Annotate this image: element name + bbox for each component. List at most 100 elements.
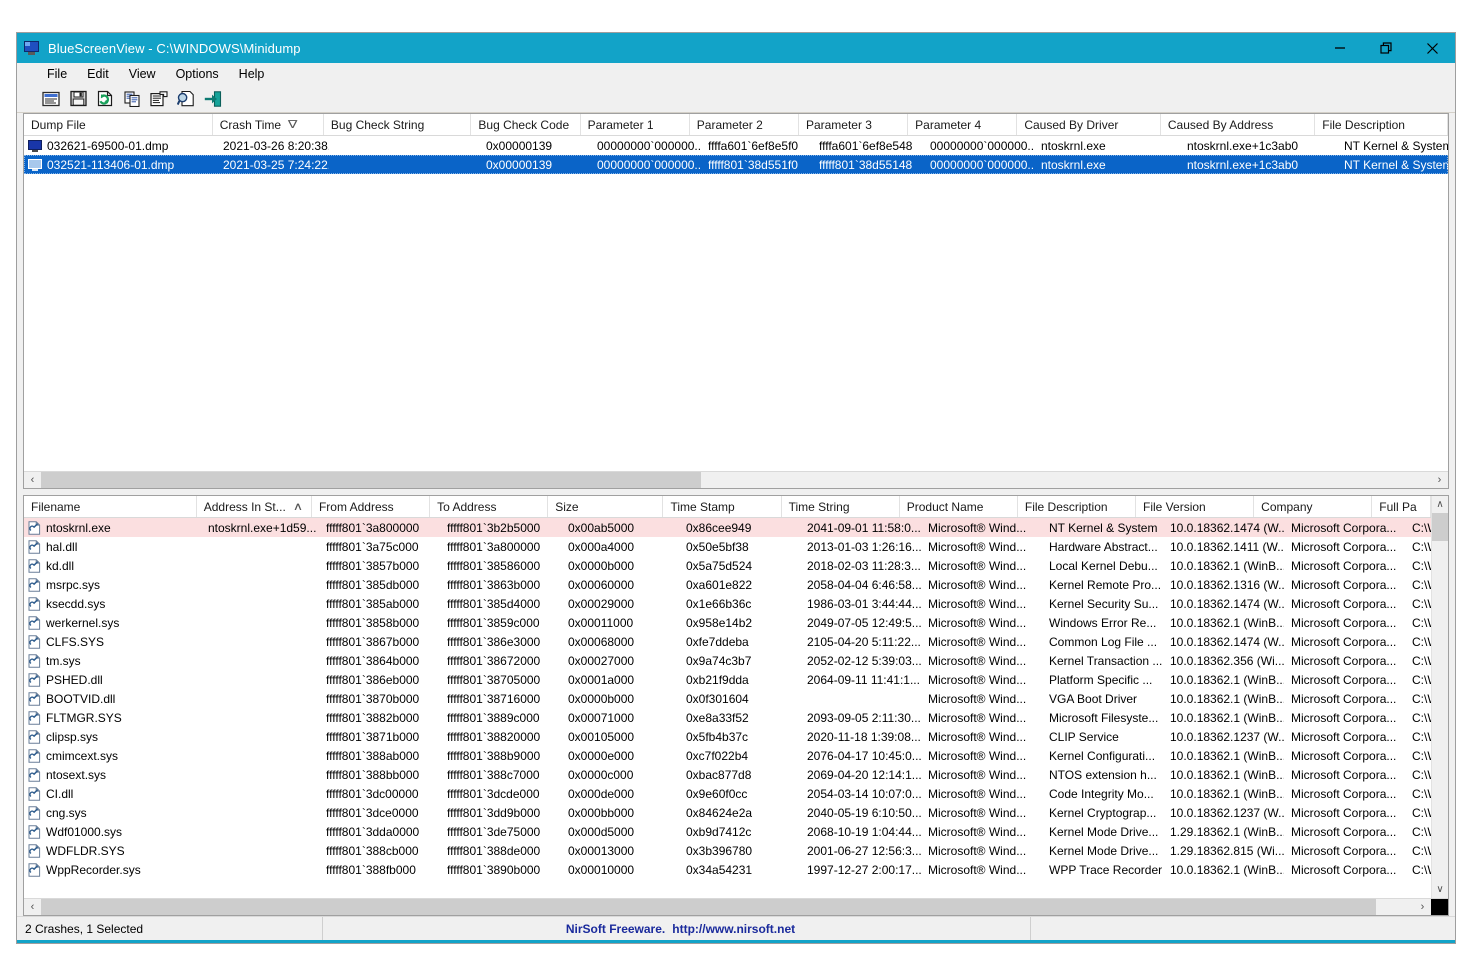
modules-cell: Common Log File ...: [1042, 635, 1163, 649]
crashes-row[interactable]: 032621-69500-01.dmp 2021-03-26 8:20:38...…: [24, 136, 1448, 155]
modules-column-header-9[interactable]: File Version: [1136, 496, 1255, 517]
modules-column-header-8[interactable]: File Description: [1017, 496, 1137, 517]
crashes-column-header-6[interactable]: Parameter 3: [798, 114, 909, 135]
crashes-row[interactable]: 032521-113406-01.dmp 2021-03-25 7:24:22..…: [24, 155, 1448, 174]
modules-hscrollbar[interactable]: ‹ ›: [24, 898, 1448, 915]
modules-row[interactable]: hal.dll fffff801`3a75c000 fffff801`3a80000…: [24, 537, 1431, 556]
modules-row[interactable]: WppRecorder.sys fffff801`388fb000 fffff801…: [24, 860, 1431, 879]
modules-cell-text: fffff801`3dc00000: [326, 786, 419, 801]
modules-cell: Microsoft Corpora...: [1284, 749, 1405, 763]
exit-icon[interactable]: [201, 88, 225, 110]
modules-row[interactable]: kd.dll fffff801`3857b000 fffff801`38586000…: [24, 556, 1431, 575]
crashes-column-header-2[interactable]: Bug Check String: [323, 114, 472, 135]
modules-row[interactable]: tm.sys fffff801`3864b000 fffff801`38672000…: [24, 651, 1431, 670]
menu-item-options[interactable]: Options: [166, 65, 229, 83]
modules-cell: CLIP Service: [1042, 730, 1163, 744]
modules-column-header-11[interactable]: Full Pa: [1372, 496, 1431, 517]
modules-column-header-0[interactable]: Filename: [24, 496, 197, 517]
modules-cell-text: 0xbac877d8: [686, 767, 752, 782]
modules-row[interactable]: PSHED.dll fffff801`386eb000 fffff801`38705…: [24, 670, 1431, 689]
modules-cell: 0x5fb4b37c: [679, 730, 800, 744]
crashes-column-header-3[interactable]: Bug Check Code: [471, 114, 581, 135]
modules-row[interactable]: ksecdd.sys fffff801`385ab000 fffff801`385d…: [24, 594, 1431, 613]
modules-cell-text: Microsoft Corpora...: [1291, 558, 1397, 573]
menu-item-view[interactable]: View: [119, 65, 166, 83]
modules-cell: fffff801`385ab000: [319, 597, 440, 611]
crashes-column-header-7[interactable]: Parameter 4: [908, 114, 1018, 135]
modules-cell: fffff801`3863b000: [440, 578, 561, 592]
modules-rows[interactable]: ntoskrnl.exe ntoskrnl.exe+1d59... fffff801…: [24, 518, 1431, 898]
crashes-column-header-10[interactable]: File Description: [1315, 114, 1448, 135]
modules-row[interactable]: ntoskrnl.exe ntoskrnl.exe+1d59... fffff801…: [24, 518, 1431, 537]
menu-item-edit[interactable]: Edit: [77, 65, 119, 83]
crashes-column-header-8[interactable]: Caused By Driver: [1017, 114, 1161, 135]
modules-row[interactable]: FLTMGR.SYS fffff801`3882b000 fffff801`3889…: [24, 708, 1431, 727]
scroll-right-icon[interactable]: ›: [1431, 472, 1448, 488]
module-file-icon: [28, 767, 41, 782]
modules-column-header-5[interactable]: Time Stamp: [663, 496, 782, 517]
crashes-column-header-4[interactable]: Parameter 1: [580, 114, 690, 135]
modules-row[interactable]: CI.dll fffff801`3dc00000 fffff801`3dcde000…: [24, 784, 1431, 803]
copy-icon[interactable]: [120, 88, 144, 110]
scroll-up-icon[interactable]: ∧: [1432, 496, 1448, 513]
refresh-icon[interactable]: [93, 88, 117, 110]
nirsoft-url-link[interactable]: http://www.nirsoft.net: [672, 922, 795, 936]
crashes-rows[interactable]: 032621-69500-01.dmp 2021-03-26 8:20:38...…: [24, 136, 1448, 471]
modules-cell-text: Microsoft® Wind...: [928, 539, 1027, 554]
find-icon[interactable]: [174, 88, 198, 110]
properties-icon[interactable]: [147, 88, 171, 110]
modules-column-header-3[interactable]: To Address: [430, 496, 549, 517]
crashes-hscroll-track[interactable]: [41, 472, 1431, 488]
modules-cell: 0x86cee949: [679, 521, 800, 535]
modules-column-header-1[interactable]: Address In St... ∧: [196, 496, 312, 517]
modules-row[interactable]: BOOTVID.dll fffff801`3870b000 fffff801`387…: [24, 689, 1431, 708]
modules-cell-text: 0x958e14b2: [686, 615, 753, 630]
minimize-button[interactable]: [1317, 33, 1363, 63]
modules-row[interactable]: werkernel.sys fffff801`3858b000 fffff801`3…: [24, 613, 1431, 632]
modules-column-header-6[interactable]: Time String: [781, 496, 900, 517]
modules-cell: Platform Specific ...: [1042, 673, 1163, 687]
modules-vscroll-track[interactable]: [1432, 513, 1448, 881]
modules-row[interactable]: ntosext.sys fffff801`388bb000 fffff801`388…: [24, 765, 1431, 784]
open-crashes-icon[interactable]: [39, 88, 63, 110]
modules-header-row[interactable]: Filename Address In St... ∧ From Address To …: [24, 496, 1431, 518]
modules-row[interactable]: clipsp.sys fffff801`3871b000 fffff801`3882…: [24, 727, 1431, 746]
modules-column-header-10[interactable]: Company: [1254, 496, 1373, 517]
modules-scroll-left-icon[interactable]: ‹: [24, 899, 41, 915]
modules-cell: 1997-12-27 2:00:17...: [800, 863, 921, 877]
modules-row[interactable]: Wdf01000.sys fffff801`3dda0000 fffff801`3d…: [24, 822, 1431, 841]
save-icon[interactable]: [66, 88, 90, 110]
menu-item-file[interactable]: File: [37, 65, 77, 83]
modules-row[interactable]: CLFS.SYS fffff801`3867b000 fffff801`386e30…: [24, 632, 1431, 651]
crashes-header-row[interactable]: Dump File Crash Time ∇ Bug Check String Bug …: [24, 114, 1448, 136]
restore-button[interactable]: [1363, 33, 1409, 63]
modules-row[interactable]: cng.sys fffff801`3dce0000 fffff801`3dd9b00…: [24, 803, 1431, 822]
crashes-column-header-5[interactable]: Parameter 2: [689, 114, 799, 135]
crashes-column-header-1[interactable]: Crash Time ∇: [212, 114, 324, 135]
scroll-down-icon[interactable]: ∨: [1432, 881, 1448, 898]
modules-cell: fffff801`3a75c000: [319, 540, 440, 554]
modules-cell-text: Microsoft Corpora...: [1291, 729, 1397, 744]
modules-column-header-2[interactable]: From Address: [311, 496, 431, 517]
modules-column-header-4[interactable]: Size: [548, 496, 664, 517]
crashes-hscrollbar[interactable]: ‹ ›: [24, 471, 1448, 488]
close-button[interactable]: [1409, 33, 1455, 63]
modules-hscroll-track[interactable]: [41, 899, 1414, 915]
modules-row[interactable]: cmimcext.sys fffff801`388ab000 fffff801`38…: [24, 746, 1431, 765]
modules-cell-text: Microsoft® Wind...: [928, 729, 1027, 744]
modules-cell-text: C:\WIN: [1412, 710, 1431, 725]
modules-row[interactable]: WDFLDR.SYS fffff801`388cb000 fffff801`388d…: [24, 841, 1431, 860]
menu-item-help[interactable]: Help: [229, 65, 275, 83]
crashes-hscroll-thumb[interactable]: [41, 472, 701, 488]
crashes-listview[interactable]: Dump File Crash Time ∇ Bug Check String Bug …: [24, 114, 1448, 471]
scroll-left-icon[interactable]: ‹: [24, 472, 41, 488]
crashes-column-header-0[interactable]: Dump File: [24, 114, 213, 135]
modules-scroll-right-icon[interactable]: ›: [1414, 899, 1431, 915]
modules-vscrollbar[interactable]: ∧ ∨: [1431, 496, 1448, 898]
modules-listview[interactable]: Filename Address In St... ∧ From Address To …: [24, 496, 1431, 898]
crashes-column-header-9[interactable]: Caused By Address: [1160, 114, 1316, 135]
modules-vscroll-thumb[interactable]: [1432, 513, 1448, 541]
modules-column-header-7[interactable]: Product Name: [899, 496, 1018, 517]
modules-hscroll-thumb[interactable]: [41, 899, 1376, 915]
modules-row[interactable]: msrpc.sys fffff801`385db000 fffff801`3863b…: [24, 575, 1431, 594]
